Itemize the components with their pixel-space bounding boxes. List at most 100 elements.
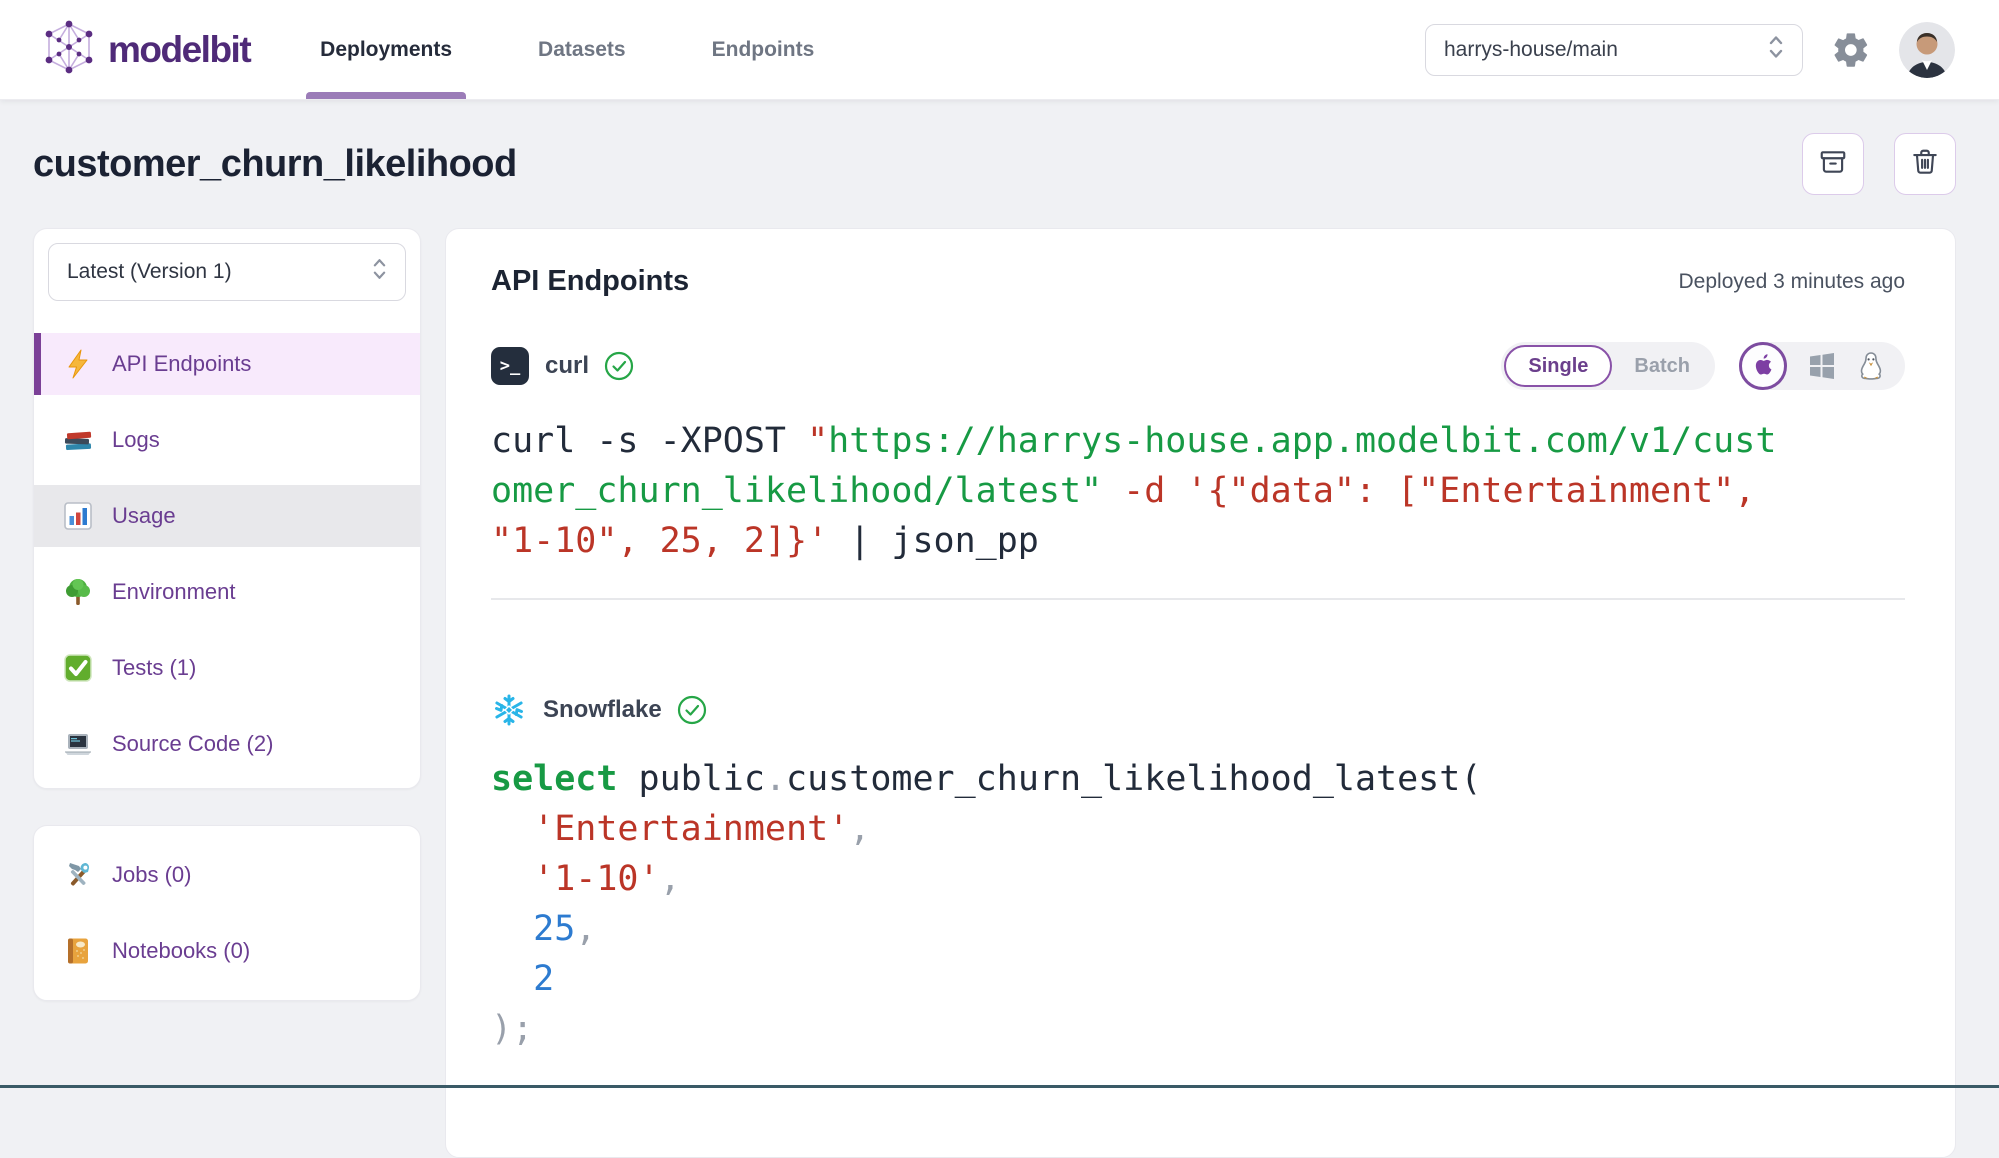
- sidebar-item-environment[interactable]: Environment: [34, 561, 420, 623]
- notebook-icon: [62, 935, 94, 967]
- mode-batch-button[interactable]: Batch: [1612, 345, 1712, 387]
- code-token: 'Entertainment': [491, 809, 849, 849]
- bar-chart-icon: [62, 500, 94, 532]
- section-divider: [491, 598, 1905, 600]
- sidebar-item-api-endpoints[interactable]: API Endpoints: [34, 333, 420, 395]
- sidebar-item-label: API Endpoints: [112, 351, 251, 377]
- nav-tab-datasets[interactable]: Datasets: [532, 0, 632, 99]
- code-token: select: [491, 759, 617, 799]
- code-token: );: [491, 1009, 533, 1049]
- linux-icon[interactable]: [1857, 351, 1885, 381]
- curl-section-header: >_ curl Single Batch: [491, 342, 1905, 390]
- code-line: 2: [491, 954, 1905, 1004]
- code-line: );: [491, 1004, 1905, 1054]
- nav-tab-endpoints[interactable]: Endpoints: [706, 0, 821, 99]
- code-line: "1-10", 25, 2]}' | json_pp: [491, 516, 1905, 566]
- top-header: modelbit Deployments Datasets Endpoints …: [0, 0, 1999, 100]
- sidebar-item-label: Tests (1): [112, 655, 196, 681]
- header-right: harrys-house/main: [1425, 22, 1955, 78]
- sidebar-item-usage[interactable]: Usage: [34, 485, 420, 547]
- modelbit-network-icon: [42, 20, 96, 79]
- check-circle-icon: [603, 350, 635, 382]
- sidebar-item-logs[interactable]: Logs: [34, 409, 420, 471]
- snowflake-icon: [491, 692, 527, 728]
- sidebar-card-secondary: Jobs (0) Notebooks (0): [33, 825, 421, 1001]
- archive-button[interactable]: [1802, 133, 1864, 195]
- code-token: '1-10': [491, 859, 660, 899]
- page-title: customer_churn_likelihood: [33, 143, 517, 186]
- main-header: API Endpoints Deployed 3 minutes ago: [491, 265, 1905, 298]
- chevron-updown-icon: [372, 257, 387, 287]
- title-row: customer_churn_likelihood: [33, 100, 1956, 228]
- code-line: curl -s -XPOST "https://harrys-house.app…: [491, 416, 1905, 466]
- brand-logo[interactable]: modelbit: [42, 20, 250, 79]
- code-token: .: [765, 759, 786, 799]
- code-token: | json_pp: [828, 521, 1039, 561]
- code-token: -d '{"data": ["Entertainment",: [1123, 471, 1755, 511]
- sidebar-item-label: Jobs (0): [112, 862, 191, 888]
- code-token: customer_churn_likelihood_latest(: [786, 759, 1481, 799]
- apple-icon[interactable]: [1739, 342, 1787, 390]
- curl-controls: Single Batch: [1501, 342, 1905, 390]
- brand-name: modelbit: [108, 29, 250, 71]
- code-line: omer_churn_likelihood/latest" -d '{"data…: [491, 466, 1905, 516]
- sidebar-menu: API Endpoints Logs: [34, 333, 420, 775]
- os-selector: [1739, 342, 1905, 390]
- delete-button[interactable]: [1894, 133, 1956, 195]
- gear-icon[interactable]: [1831, 30, 1871, 70]
- sidebar-item-jobs[interactable]: Jobs (0): [34, 844, 420, 906]
- sidebar-item-label: Logs: [112, 427, 160, 453]
- sidebar-item-label: Usage: [112, 503, 176, 529]
- snowflake-code-block[interactable]: select public.customer_churn_likelihood_…: [491, 754, 1905, 1054]
- sidebar-item-source-code[interactable]: Source Code (2): [34, 713, 420, 775]
- code-token: 25: [491, 909, 575, 949]
- snowflake-section-header: Snowflake: [491, 692, 1905, 728]
- user-avatar[interactable]: [1899, 22, 1955, 78]
- curl-label: curl: [545, 352, 589, 380]
- primary-nav: Deployments Datasets Endpoints: [314, 0, 820, 99]
- version-selector[interactable]: Latest (Version 1): [48, 243, 406, 301]
- title-actions: [1802, 133, 1956, 195]
- workspace-selector-value: harrys-house/main: [1444, 38, 1618, 62]
- section-heading: API Endpoints: [491, 265, 689, 298]
- sidebar-item-label: Notebooks (0): [112, 938, 250, 964]
- version-selector-value: Latest (Version 1): [67, 260, 232, 284]
- workspace-selector[interactable]: harrys-house/main: [1425, 24, 1803, 76]
- sidebar-item-notebooks[interactable]: Notebooks (0): [34, 920, 420, 982]
- check-circle-icon: [676, 694, 708, 726]
- terminal-icon: >_: [491, 347, 529, 385]
- code-token: curl -s -XPOST: [491, 421, 807, 461]
- chevron-updown-icon: [1768, 34, 1784, 66]
- code-token: [1102, 471, 1123, 511]
- curl-code-block[interactable]: curl -s -XPOST "https://harrys-house.app…: [491, 416, 1905, 566]
- snowflake-label: Snowflake: [543, 696, 662, 724]
- windows-icon[interactable]: [1807, 351, 1837, 381]
- deployed-status: Deployed 3 minutes ago: [1679, 270, 1905, 294]
- sidebar-item-label: Source Code (2): [112, 731, 273, 757]
- sidebar-item-tests[interactable]: Tests (1): [34, 637, 420, 699]
- code-token: https://harrys-house.app.modelbit.com/v1…: [828, 421, 1776, 461]
- code-token: ": [807, 421, 828, 461]
- nav-tab-deployments[interactable]: Deployments: [314, 0, 458, 99]
- code-token: omer_churn_likelihood/latest": [491, 471, 1102, 511]
- archive-box-icon: [1818, 147, 1848, 182]
- code-line: 'Entertainment',: [491, 804, 1905, 854]
- books-icon: [62, 424, 94, 456]
- lightning-icon: [62, 348, 94, 380]
- code-token: public: [617, 759, 765, 799]
- tools-icon: [62, 859, 94, 891]
- tree-icon: [62, 576, 94, 608]
- sidebar-card-primary: Latest (Version 1) API Endpoints: [33, 228, 421, 789]
- trash-icon: [1910, 147, 1940, 182]
- code-line: 25,: [491, 904, 1905, 954]
- mode-single-button[interactable]: Single: [1504, 345, 1612, 387]
- main-panel: API Endpoints Deployed 3 minutes ago >_ …: [445, 228, 1956, 1158]
- sidebar-item-label: Environment: [112, 579, 236, 605]
- code-token: 2: [491, 959, 554, 999]
- code-token: ,: [660, 859, 681, 899]
- sidebar-menu-secondary: Jobs (0) Notebooks (0): [34, 844, 420, 982]
- code-token: ,: [849, 809, 870, 849]
- code-token: ,: [575, 909, 596, 949]
- code-line: select public.customer_churn_likelihood_…: [491, 754, 1905, 804]
- code-token: "1-10", 25, 2]}': [491, 521, 828, 561]
